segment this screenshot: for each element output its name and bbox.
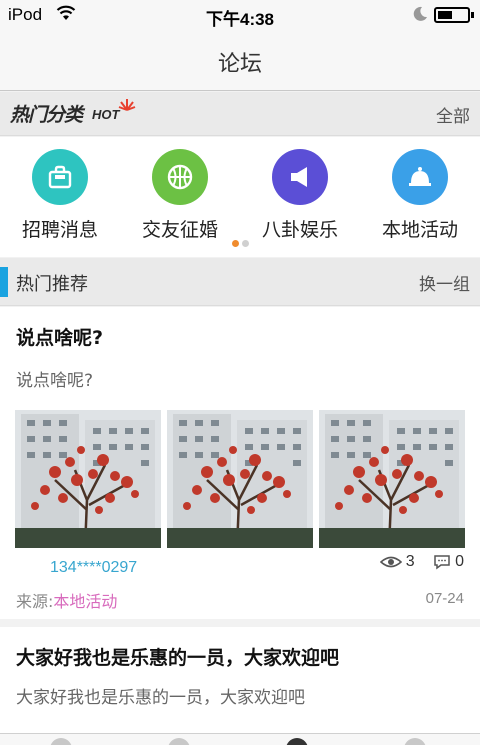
post-body: 说点啥呢? [16, 371, 94, 391]
view-count-value: 3 [405, 553, 415, 570]
moon-icon [413, 6, 427, 21]
category-label: 招聘消息 [21, 219, 98, 241]
tab-icon[interactable] [50, 738, 72, 745]
hot-categories-header: 热门分类 HOT 全部 [0, 92, 480, 136]
briefcase-icon [48, 165, 72, 189]
status-bar: iPod 下午4:38 [0, 0, 480, 30]
post-source: 来源:本地活动 [16, 588, 117, 612]
category-recruitment[interactable]: 招聘消息 [0, 149, 120, 242]
post-body: 大家好我也是乐惠的一员，大家欢迎吧 [16, 688, 305, 708]
post-image[interactable] [15, 410, 161, 548]
category-label: 本地活动 [381, 219, 458, 241]
category-dating[interactable]: 交友征婚 [120, 149, 240, 242]
hot-categories-logo-text: 热门分类 [10, 104, 83, 126]
refresh-group-button[interactable]: 换一组 [419, 270, 470, 295]
post-card[interactable]: 大家好我也是乐惠的一员，大家欢迎吧 大家好我也是乐惠的一员，大家欢迎吧 [0, 627, 480, 745]
page-indicator [229, 240, 253, 248]
all-categories-link[interactable]: 全部 [436, 102, 470, 127]
tab-icon[interactable] [404, 738, 426, 745]
category-icon-bg [32, 149, 88, 205]
comment-count-value: 0 [455, 553, 464, 570]
comment-count: 0 [433, 553, 464, 571]
tab-icon[interactable] [286, 738, 308, 745]
bottom-tab-bar [0, 733, 480, 745]
source-category-link[interactable]: 本地活动 [53, 592, 117, 611]
category-gossip[interactable]: 八卦娱乐 [240, 149, 360, 242]
page-title: 论坛 [217, 52, 262, 77]
post-card[interactable]: 说点啥呢? 说点啥呢? 134****0297 3 0 来源:本地活动 07-2… [0, 307, 480, 619]
category-icon-bg [272, 149, 328, 205]
megaphone-icon [291, 167, 307, 187]
category-icon-bg [392, 149, 448, 205]
eye-icon [379, 556, 402, 568]
spark-icon [118, 99, 136, 111]
section-title: 热门推荐 [16, 274, 88, 295]
basketball-icon [167, 164, 193, 190]
clock: 下午4:38 [205, 10, 275, 29]
category-label: 交友征婚 [141, 219, 218, 241]
category-grid: 招聘消息 交友征婚 八卦娱乐 本地活动 [0, 137, 480, 257]
tab-icon[interactable] [168, 738, 190, 745]
page-dot [242, 240, 249, 247]
battery-icon [434, 7, 474, 23]
post-image[interactable] [319, 410, 465, 548]
post-author[interactable]: 134****0297 [50, 559, 137, 577]
post-title: 大家好我也是乐惠的一员，大家欢迎吧 [16, 647, 340, 669]
view-count: 3 [379, 553, 415, 571]
nav-bar: 论坛 [0, 30, 480, 91]
section-accent-bar [0, 267, 8, 297]
post-image[interactable] [167, 410, 313, 548]
post-title: 说点啥呢? [16, 327, 104, 349]
comment-icon [434, 555, 450, 570]
page-dot-active [232, 240, 239, 247]
source-prefix: 来源: [16, 592, 54, 611]
category-label: 八卦娱乐 [261, 219, 338, 241]
category-icon-bg [152, 149, 208, 205]
category-local-events[interactable]: 本地活动 [360, 149, 480, 242]
post-stats: 3 0 [366, 553, 464, 571]
post-date: 07-24 [425, 590, 464, 607]
hot-badge-text: HOT [92, 107, 120, 122]
hot-recommend-header: 热门推荐 换一组 [0, 258, 480, 306]
bell-icon [409, 167, 431, 186]
